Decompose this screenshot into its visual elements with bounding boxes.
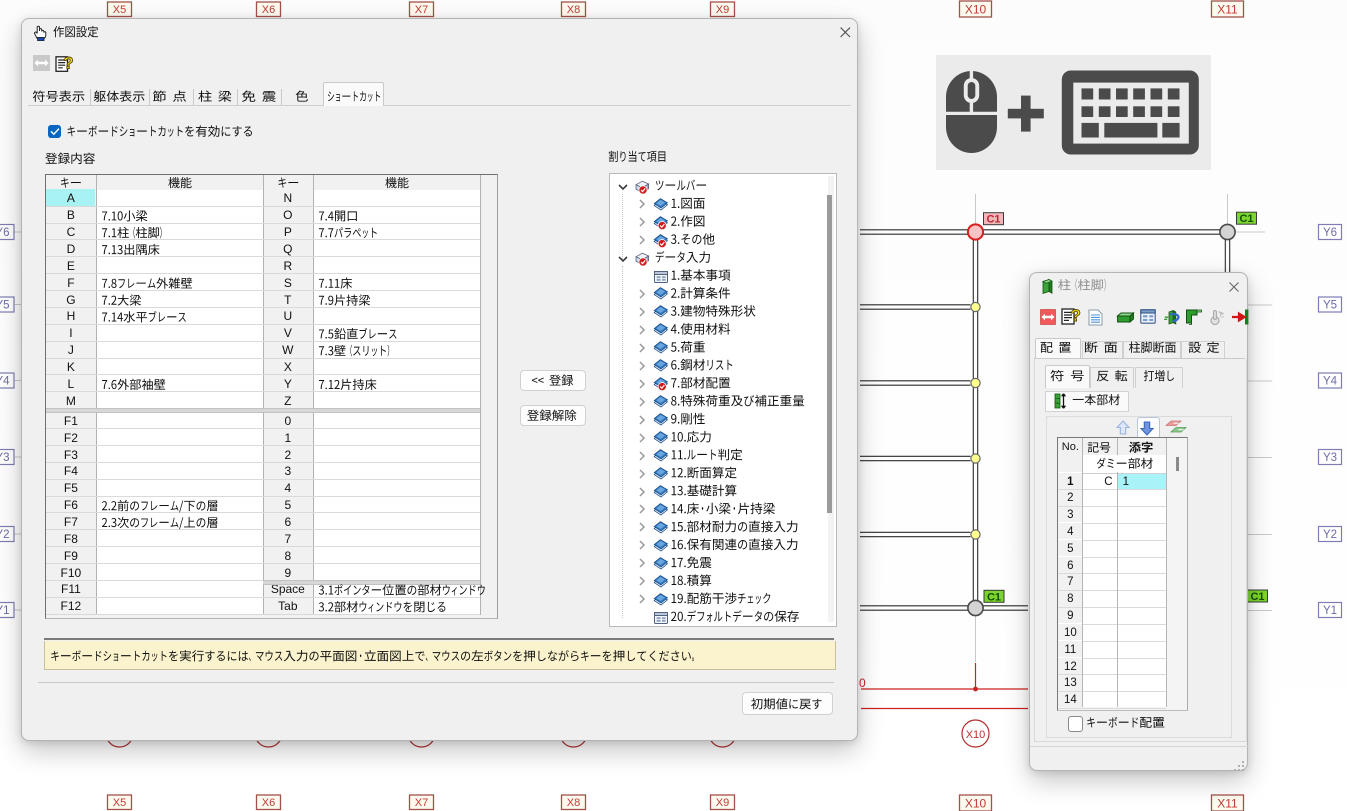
svg-text:?: ? [63, 54, 73, 73]
